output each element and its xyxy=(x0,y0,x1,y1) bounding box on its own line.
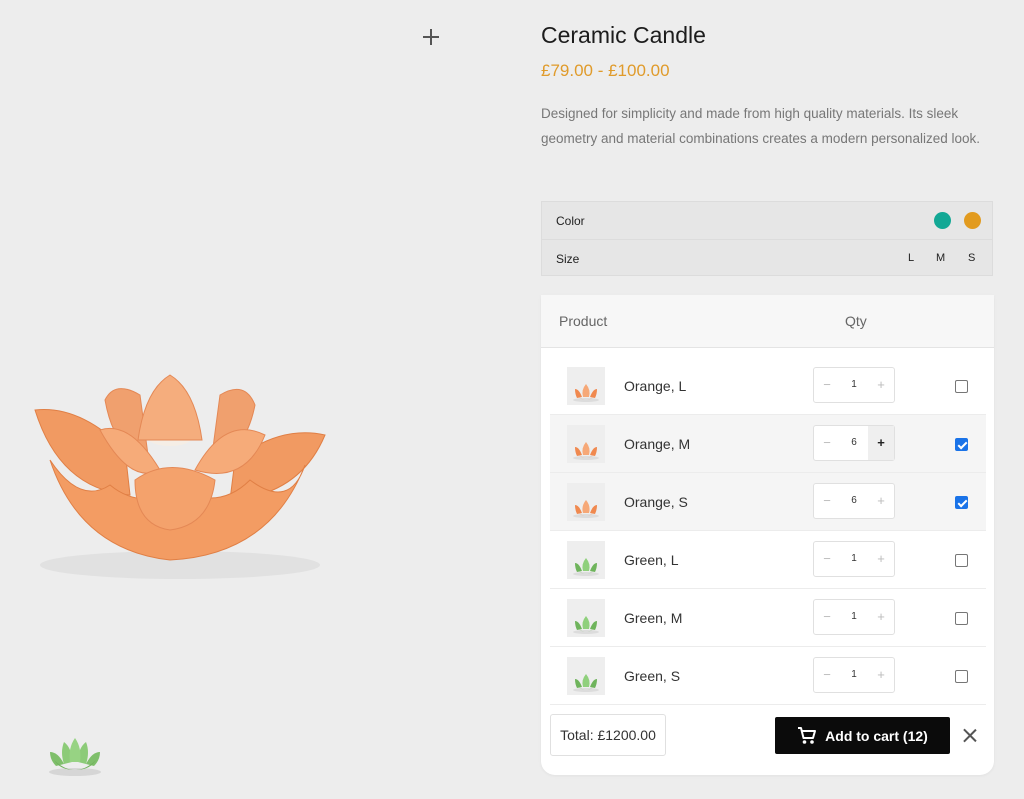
row-thumbnail xyxy=(567,657,605,695)
row-label: Green, M xyxy=(624,610,683,626)
decrement-button[interactable]: − xyxy=(814,484,840,518)
color-option-row: Color xyxy=(542,202,992,239)
color-label: Color xyxy=(556,213,585,228)
decrement-button[interactable]: − xyxy=(814,426,840,460)
row-checkbox[interactable] xyxy=(955,612,968,625)
row-thumbnail xyxy=(567,425,605,463)
row-thumbnail xyxy=(567,541,605,579)
size-option-row: Size L M S xyxy=(542,239,992,277)
increment-button[interactable]: + xyxy=(868,542,894,576)
table-row: Orange, S −6 + xyxy=(550,473,986,531)
quantity-stepper: −1 + xyxy=(813,541,895,577)
zoom-plus-icon[interactable] xyxy=(421,27,441,47)
color-swatch-orange[interactable] xyxy=(964,212,981,229)
row-checkbox[interactable] xyxy=(955,554,968,567)
quantity-stepper: −1 + xyxy=(813,657,895,693)
size-label: Size xyxy=(556,251,580,266)
quantity-value[interactable]: 6 xyxy=(840,484,868,518)
increment-button[interactable]: + xyxy=(868,658,894,692)
quantity-value[interactable]: 6 xyxy=(840,426,868,460)
row-label: Green, L xyxy=(624,552,679,568)
total-amount: Total: £1200.00 xyxy=(550,714,666,756)
row-checkbox[interactable] xyxy=(955,496,968,509)
table-row: Green, M −1 + xyxy=(550,589,986,647)
table-row: Green, L −1 + xyxy=(550,531,986,589)
table-row: Orange, M −6 + xyxy=(550,415,986,473)
variant-table-panel: Product Qty Orange, L −1 + Orange, M −6 + Oran… xyxy=(541,295,994,775)
table-header: Product Qty xyxy=(541,295,994,348)
row-thumbnail xyxy=(567,599,605,637)
table-row: Green, S −1 + xyxy=(550,647,986,705)
decrement-button[interactable]: − xyxy=(814,368,840,402)
increment-button[interactable]: + xyxy=(868,600,894,634)
row-thumbnail xyxy=(567,367,605,405)
variant-options: Color Size L M S xyxy=(541,201,993,276)
row-thumbnail xyxy=(567,483,605,521)
qty-column-header: Qty xyxy=(845,313,867,329)
product-image xyxy=(34,374,326,579)
quantity-value[interactable]: 1 xyxy=(840,600,868,634)
row-label: Green, S xyxy=(624,668,681,684)
table-row: Orange, L −1 + xyxy=(550,357,986,415)
price-range: £79.00 - £100.00 xyxy=(541,61,670,80)
quantity-stepper: −6 + xyxy=(813,483,895,519)
row-label: Orange, S xyxy=(624,494,688,510)
row-checkbox[interactable] xyxy=(955,670,968,683)
row-checkbox[interactable] xyxy=(955,380,968,393)
increment-button[interactable]: + xyxy=(868,368,894,402)
quantity-stepper: −6 + xyxy=(813,425,895,461)
quantity-stepper: −1 + xyxy=(813,367,895,403)
size-option-m[interactable]: M xyxy=(936,252,945,264)
row-checkbox[interactable] xyxy=(955,438,968,451)
quantity-stepper: −1 + xyxy=(813,599,895,635)
decrement-button[interactable]: − xyxy=(814,658,840,692)
add-to-cart-label: Add to cart (12) xyxy=(825,727,928,744)
quantity-value[interactable]: 1 xyxy=(840,658,868,692)
quantity-value[interactable]: 1 xyxy=(840,368,868,402)
row-label: Orange, M xyxy=(624,436,691,452)
quantity-value[interactable]: 1 xyxy=(840,542,868,576)
increment-button[interactable]: + xyxy=(868,484,894,518)
thumbnail-green-candle[interactable] xyxy=(44,734,106,780)
product-title: Ceramic Candle xyxy=(541,22,706,48)
product-column-header: Product xyxy=(559,313,608,329)
row-label: Orange, L xyxy=(624,378,687,394)
increment-button[interactable]: + xyxy=(868,426,894,460)
size-option-l[interactable]: L xyxy=(908,252,914,264)
cart-icon xyxy=(798,726,817,744)
color-swatch-green[interactable] xyxy=(934,212,951,229)
decrement-button[interactable]: − xyxy=(814,542,840,576)
close-icon[interactable] xyxy=(961,727,979,745)
product-description: Designed for simplicity and made from hi… xyxy=(541,106,980,146)
size-option-s[interactable]: S xyxy=(968,252,975,264)
add-to-cart-button[interactable]: Add to cart (12) xyxy=(775,717,950,754)
decrement-button[interactable]: − xyxy=(814,600,840,634)
